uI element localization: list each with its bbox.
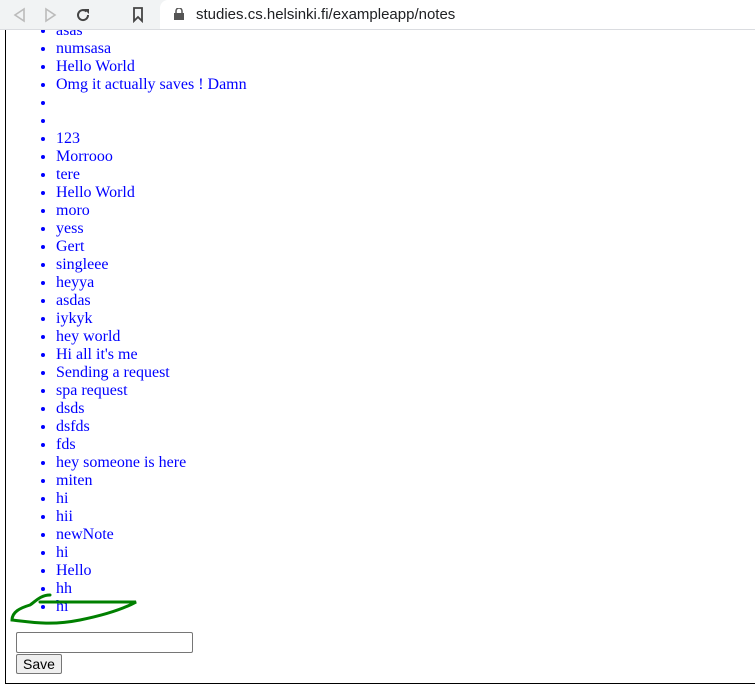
note-item: singleee [56, 256, 247, 274]
note-item: Sending a request [56, 364, 247, 382]
note-item: Hi all it's me [56, 346, 247, 364]
back-arrow-icon [13, 7, 25, 23]
note-item: hi [56, 544, 247, 562]
note-item: numsasa [56, 40, 247, 58]
reload-button[interactable] [72, 4, 94, 26]
browser-toolbar: studies.cs.helsinki.fi/exampleapp/notes [0, 0, 755, 30]
lock-icon [174, 8, 184, 20]
note-item: Hello World [56, 58, 247, 76]
note-item: yess [56, 220, 247, 238]
note-item: Omg it actually saves ! Damn [56, 76, 247, 94]
annotation-scribble [10, 593, 137, 625]
note-item: moro [56, 202, 247, 220]
save-button[interactable]: Save [16, 654, 62, 674]
page-content: asasnumsasaHello WorldOmg it actually sa… [0, 30, 755, 686]
reload-icon [77, 9, 90, 22]
url-text: studies.cs.helsinki.fi/exampleapp/notes [196, 6, 456, 23]
forward-button[interactable] [40, 4, 62, 26]
notes-list: asasnumsasaHello WorldOmg it actually sa… [56, 30, 247, 616]
address-bar[interactable]: studies.cs.helsinki.fi/exampleapp/notes [160, 0, 755, 29]
note-item: dsfds [56, 418, 247, 436]
note-item [56, 94, 247, 112]
note-item: Hello World [56, 184, 247, 202]
note-item: Hello [56, 562, 247, 580]
forward-arrow-icon [45, 7, 57, 23]
note-item: heyya [56, 274, 247, 292]
note-item: hii [56, 508, 247, 526]
note-item: newNote [56, 526, 247, 544]
bookmark-icon [133, 7, 143, 23]
note-item: hey world [56, 328, 247, 346]
note-item: hi [56, 490, 247, 508]
note-item: spa request [56, 382, 247, 400]
note-item: Morrooo [56, 148, 247, 166]
note-item: miten [56, 472, 247, 490]
note-item: dsds [56, 400, 247, 418]
note-item [56, 112, 247, 130]
note-item: asas [56, 30, 247, 40]
note-item: 123 [56, 130, 247, 148]
note-input[interactable] [16, 632, 193, 653]
bookmark-button[interactable] [127, 4, 149, 26]
note-item: iykyk [56, 310, 247, 328]
note-item: asdas [56, 292, 247, 310]
note-item: hey someone is here [56, 454, 247, 472]
note-item: fds [56, 436, 247, 454]
back-button[interactable] [8, 4, 30, 26]
note-item: tere [56, 166, 247, 184]
note-item: Gert [56, 238, 247, 256]
